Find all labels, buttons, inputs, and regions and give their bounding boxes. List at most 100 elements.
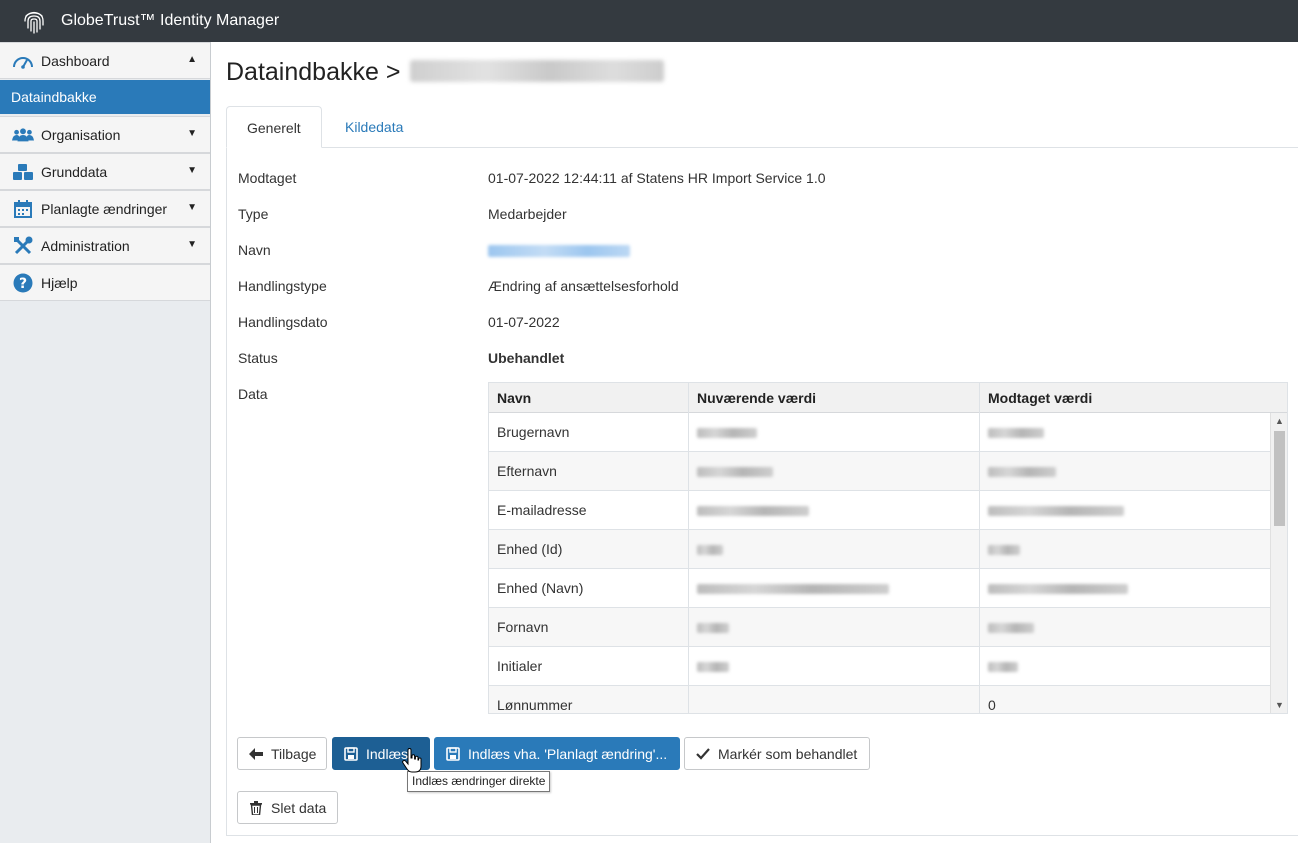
row-current-value xyxy=(689,647,980,686)
sidebar-item-label: Hjælp xyxy=(41,275,78,291)
table-header: Navn Nuværende værdi Modtaget værdi xyxy=(489,383,1287,413)
sidebar-item-administration[interactable]: Administration ▼ xyxy=(0,227,210,264)
page-title: Dataindbakke > xyxy=(226,58,665,87)
caret-up-icon: ▲ xyxy=(187,54,197,65)
table-row: Brugernavn xyxy=(489,413,1271,452)
table-scrollbar[interactable]: ▲ ▼ xyxy=(1270,413,1287,713)
caret-down-icon: ▼ xyxy=(187,165,197,176)
sidebar-item-label: Grunddata xyxy=(41,164,108,180)
row-current-value xyxy=(689,608,980,647)
row-name: E-mailadresse xyxy=(489,491,689,530)
row-received-value xyxy=(980,608,1271,647)
field-value-type: Medarbejder xyxy=(488,206,567,222)
back-button-label: Tilbage xyxy=(271,745,317,762)
sidebar-item-hjaelp[interactable]: ? Hjælp xyxy=(0,264,210,301)
delete-data-button-label: Slet data xyxy=(271,799,327,816)
sidebar-item-label: Planlagte ændringer xyxy=(41,201,168,217)
field-value-modtaget: 01-07-2022 12:44:11 af Statens HR Import… xyxy=(488,170,826,186)
field-label-status: Status xyxy=(238,350,278,366)
row-received-value xyxy=(980,491,1271,530)
caret-down-icon: ▼ xyxy=(187,128,197,139)
row-name: Enhed (Id) xyxy=(489,530,689,569)
row-name: Lønnummer xyxy=(489,686,689,713)
row-current-value xyxy=(689,530,980,569)
back-button[interactable]: Tilbage xyxy=(237,737,327,770)
speedometer-icon xyxy=(12,52,34,70)
row-received-value: 0 xyxy=(988,697,996,713)
column-header-navn[interactable]: Navn xyxy=(489,383,689,413)
field-value-handlingsdato: 01-07-2022 xyxy=(488,314,560,330)
table-row: Fornavn xyxy=(489,608,1271,647)
row-received-value xyxy=(980,530,1271,569)
sidebar-item-label: Administration xyxy=(41,238,130,254)
scroll-down-icon[interactable]: ▼ xyxy=(1271,697,1287,713)
checkmark-icon xyxy=(695,746,711,762)
save-icon xyxy=(343,746,359,762)
row-name: Brugernavn xyxy=(489,413,689,452)
trash-icon xyxy=(248,800,264,816)
sidebar-item-organisation[interactable]: Organisation ▼ xyxy=(0,116,210,153)
field-label-navn: Navn xyxy=(238,242,271,258)
row-name: Fornavn xyxy=(489,608,689,647)
caret-down-icon: ▼ xyxy=(187,239,197,250)
field-label-handlingsdato: Handlingsdato xyxy=(238,314,328,330)
cubes-icon xyxy=(12,163,34,181)
question-icon: ? xyxy=(12,273,34,293)
field-value-navn-link[interactable] xyxy=(488,244,630,260)
row-current-value xyxy=(689,686,980,713)
field-label-data: Data xyxy=(238,386,268,402)
import-tooltip: Indlæs ændringer direkte xyxy=(407,771,551,792)
caret-down-icon: ▼ xyxy=(187,202,197,213)
field-label-modtaget: Modtaget xyxy=(238,170,297,186)
row-current-value xyxy=(689,452,980,491)
row-current-value xyxy=(689,413,980,452)
sidebar-item-label: Organisation xyxy=(41,127,121,143)
sidebar-item-grunddata[interactable]: Grunddata ▼ xyxy=(0,153,210,190)
table-row: Enhed (Id) xyxy=(489,530,1271,569)
redacted-name xyxy=(410,60,665,82)
row-current-value xyxy=(689,569,980,608)
field-value-handlingstype: Ændring af ansættelsesforhold xyxy=(488,278,679,294)
table-row: Initialer xyxy=(489,647,1271,686)
column-header-current[interactable]: Nuværende værdi xyxy=(689,383,980,413)
row-received-value xyxy=(980,569,1271,608)
sidebar-item-planlagte-aendringer[interactable]: Planlagte ændringer ▼ xyxy=(0,190,210,227)
redacted-name-link xyxy=(488,245,630,257)
app-title: GlobeTrust™ Identity Manager xyxy=(61,12,280,29)
delete-data-button[interactable]: Slet data xyxy=(237,791,338,824)
scrollbar-thumb[interactable] xyxy=(1274,431,1285,526)
field-label-handlingstype: Handlingstype xyxy=(238,278,327,294)
row-name: Efternavn xyxy=(489,452,689,491)
row-current-value xyxy=(689,491,980,530)
row-received-value xyxy=(980,413,1271,452)
row-received-value xyxy=(980,647,1271,686)
tab-generelt[interactable]: Generelt xyxy=(226,106,322,148)
import-planned-button-label: Indlæs vha. 'Planlagt ændring'... xyxy=(468,745,668,762)
page-title-text: Dataindbakke > xyxy=(226,58,401,86)
table-row: Enhed (Navn) xyxy=(489,569,1271,608)
import-planned-change-button[interactable]: Indlæs vha. 'Planlagt ændring'... xyxy=(434,737,680,770)
tab-kildedata[interactable]: Kildedata xyxy=(325,106,423,148)
row-name: Enhed (Navn) xyxy=(489,569,689,608)
sidebar: Dashboard ▲ Dataindbakke Organisation ▼ … xyxy=(0,42,211,843)
field-label-type: Type xyxy=(238,206,269,222)
calendar-icon xyxy=(12,200,34,218)
data-table: Navn Nuværende værdi Modtaget værdi Brug… xyxy=(488,382,1288,714)
sidebar-item-dataindbakke[interactable]: Dataindbakke xyxy=(0,80,210,114)
table-row: Efternavn xyxy=(489,452,1271,491)
fingerprint-logo-icon xyxy=(24,11,44,34)
mark-handled-button-label: Markér som behandlet xyxy=(718,745,858,762)
column-header-received[interactable]: Modtaget værdi xyxy=(980,383,1269,413)
mark-handled-button[interactable]: Markér som behandlet xyxy=(684,737,870,770)
arrow-left-icon xyxy=(248,746,264,762)
top-bar: GlobeTrust™ Identity Manager xyxy=(0,0,1298,42)
row-received-value xyxy=(980,452,1271,491)
scroll-up-icon[interactable]: ▲ xyxy=(1271,413,1287,429)
tab-bar: Generelt Kildedata xyxy=(226,106,1298,148)
sidebar-item-dashboard[interactable]: Dashboard ▲ xyxy=(0,42,210,79)
users-icon xyxy=(12,126,34,144)
table-row: Lønnummer 0 xyxy=(489,686,1271,713)
table-row: E-mailadresse xyxy=(489,491,1271,530)
hand-cursor-icon xyxy=(402,748,422,773)
svg-text:?: ? xyxy=(19,276,27,292)
